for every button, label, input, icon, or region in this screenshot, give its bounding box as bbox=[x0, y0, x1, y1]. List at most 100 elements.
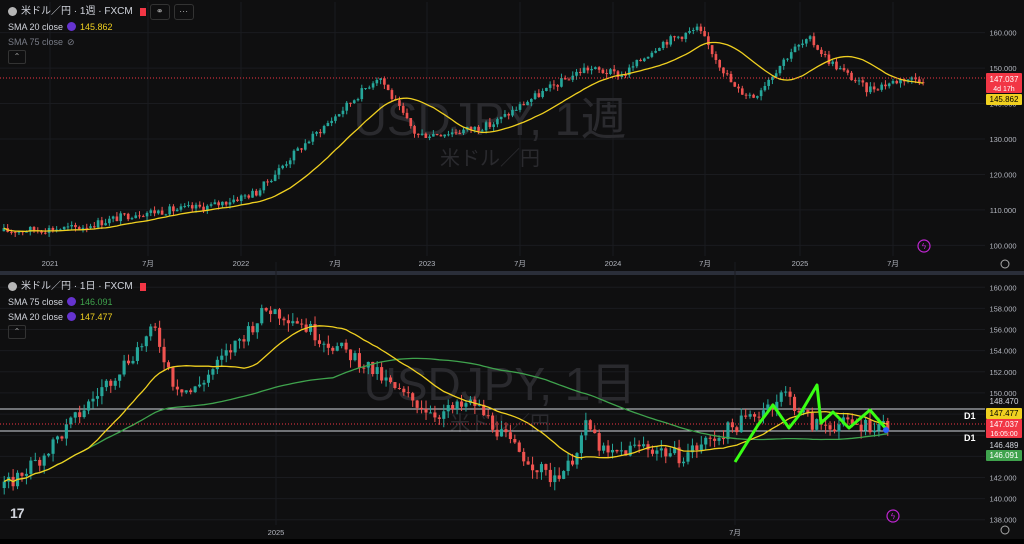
d1-label-bottom: D1 bbox=[964, 433, 976, 443]
candle-body bbox=[254, 190, 258, 196]
candle-body bbox=[87, 401, 91, 411]
daily-countdown-text: 16:05:00 bbox=[990, 431, 1017, 438]
candle-body bbox=[582, 67, 586, 73]
candle-body bbox=[217, 202, 220, 206]
candle-body bbox=[708, 437, 712, 439]
candle-body bbox=[511, 109, 514, 116]
candle-body bbox=[707, 36, 710, 46]
weekly-sma75-row[interactable]: SMA 75 close ⊘ bbox=[8, 34, 194, 49]
candle-body bbox=[233, 340, 237, 353]
candle-body bbox=[198, 384, 202, 387]
collapse-legend-icon[interactable]: ⌃ bbox=[8, 49, 26, 64]
candle-body bbox=[251, 326, 255, 333]
weekly-symbol-row[interactable]: 米ドル／円 · 1週 · FXCM ⚭ ··· bbox=[8, 3, 194, 20]
candle-body bbox=[733, 82, 737, 87]
candle-body bbox=[29, 460, 33, 474]
candle-body bbox=[78, 412, 82, 418]
candle-body bbox=[529, 99, 533, 102]
candle-body bbox=[458, 133, 462, 135]
candle-body bbox=[522, 104, 526, 106]
candle-body bbox=[631, 66, 635, 68]
candle-body bbox=[111, 216, 115, 219]
eye-hidden-icon[interactable]: ⊘ bbox=[67, 36, 75, 48]
time-tick-label: 7月 bbox=[329, 259, 341, 268]
candle-body bbox=[548, 84, 552, 88]
time-tick-label: 7月 bbox=[514, 259, 526, 268]
daily-symbol-label[interactable]: 米ドル／円 · 1日 · FXCM bbox=[21, 281, 133, 293]
candle-body bbox=[175, 209, 179, 212]
candle-body bbox=[209, 204, 213, 206]
candle-body bbox=[242, 339, 246, 342]
candle-body bbox=[64, 424, 68, 439]
candle-body bbox=[699, 26, 703, 32]
candle-body bbox=[187, 205, 190, 207]
weekly-sma20-row[interactable]: SMA 20 close 145.862 bbox=[8, 19, 194, 34]
candle-body bbox=[402, 388, 406, 393]
daily-symbol-row[interactable]: 米ドル／円 · 1日 · FXCM bbox=[8, 279, 146, 294]
candle-body bbox=[264, 308, 268, 311]
link-icon[interactable]: ⚭ bbox=[149, 3, 170, 20]
candle-body bbox=[349, 102, 352, 104]
candle-body bbox=[635, 59, 639, 67]
price-tick-label: 158.000 bbox=[989, 304, 1016, 313]
candle-body bbox=[424, 133, 428, 138]
candle-body bbox=[168, 206, 171, 215]
candle-body bbox=[895, 80, 899, 84]
candle-body bbox=[118, 374, 122, 381]
candle-body bbox=[82, 410, 86, 418]
daily-sma75-row[interactable]: SMA 75 close 146.091 bbox=[8, 294, 146, 309]
chart-canvas[interactable]: USDJPY, 1週 米ドル／円 160.000150.000140.00013… bbox=[0, 0, 1024, 539]
candle-body bbox=[388, 377, 393, 383]
candle-body bbox=[435, 134, 439, 136]
candle-body bbox=[437, 417, 441, 419]
daily-time-axis[interactable]: 2025 7月 bbox=[268, 528, 741, 537]
candle-body bbox=[317, 340, 322, 344]
candle-body bbox=[496, 119, 499, 125]
candle-body bbox=[842, 68, 846, 71]
candle-body bbox=[211, 369, 215, 375]
candle-body bbox=[704, 437, 708, 445]
candle-body bbox=[315, 132, 318, 134]
candle-body bbox=[838, 68, 842, 70]
candle-body bbox=[10, 231, 13, 233]
more-icon[interactable]: ··· bbox=[173, 3, 194, 20]
candle-body bbox=[584, 420, 588, 436]
candle-body bbox=[405, 112, 409, 119]
candle-body bbox=[134, 215, 138, 219]
settings-icon-sma75[interactable] bbox=[67, 297, 77, 306]
collapse-legend-icon-daily[interactable]: ⌃ bbox=[8, 324, 26, 339]
settings-icon-sma20[interactable] bbox=[67, 312, 77, 321]
candle-body bbox=[383, 78, 386, 85]
candle-body bbox=[876, 89, 880, 91]
candle-body bbox=[526, 101, 529, 106]
gear-icon-daily[interactable] bbox=[1000, 525, 1010, 535]
candle-body bbox=[179, 206, 183, 210]
daily-sma20-row[interactable]: SMA 20 close 147.477 bbox=[8, 309, 146, 324]
candle-body bbox=[514, 109, 518, 111]
candle-body bbox=[788, 391, 792, 397]
tradingview-logo[interactable]: 17 bbox=[10, 505, 25, 521]
candle-body bbox=[828, 425, 832, 430]
drawing-handle[interactable] bbox=[883, 427, 889, 433]
candle-body bbox=[42, 455, 46, 466]
candle-body bbox=[784, 391, 788, 393]
pane-separator[interactable] bbox=[0, 271, 1024, 275]
candle-body bbox=[109, 380, 113, 386]
weekly-symbol-label[interactable]: 米ドル／円 · 1週 · FXCM bbox=[21, 6, 133, 18]
candle-body bbox=[108, 218, 111, 224]
candle-body bbox=[232, 199, 236, 203]
candle-body bbox=[610, 449, 615, 453]
candle-body bbox=[579, 435, 583, 454]
candle-body bbox=[504, 429, 508, 433]
candle-body bbox=[224, 201, 228, 205]
candle-body bbox=[810, 412, 814, 430]
candle-body bbox=[522, 451, 526, 462]
candle-body bbox=[135, 347, 139, 361]
alert-flag-icon bbox=[139, 7, 146, 16]
settings-icon[interactable] bbox=[67, 22, 77, 31]
price-tick-label: 142.000 bbox=[989, 473, 1016, 482]
candle-body bbox=[835, 61, 838, 70]
candle-body bbox=[680, 36, 684, 39]
candle-body bbox=[820, 49, 823, 55]
candle-body bbox=[861, 80, 865, 83]
